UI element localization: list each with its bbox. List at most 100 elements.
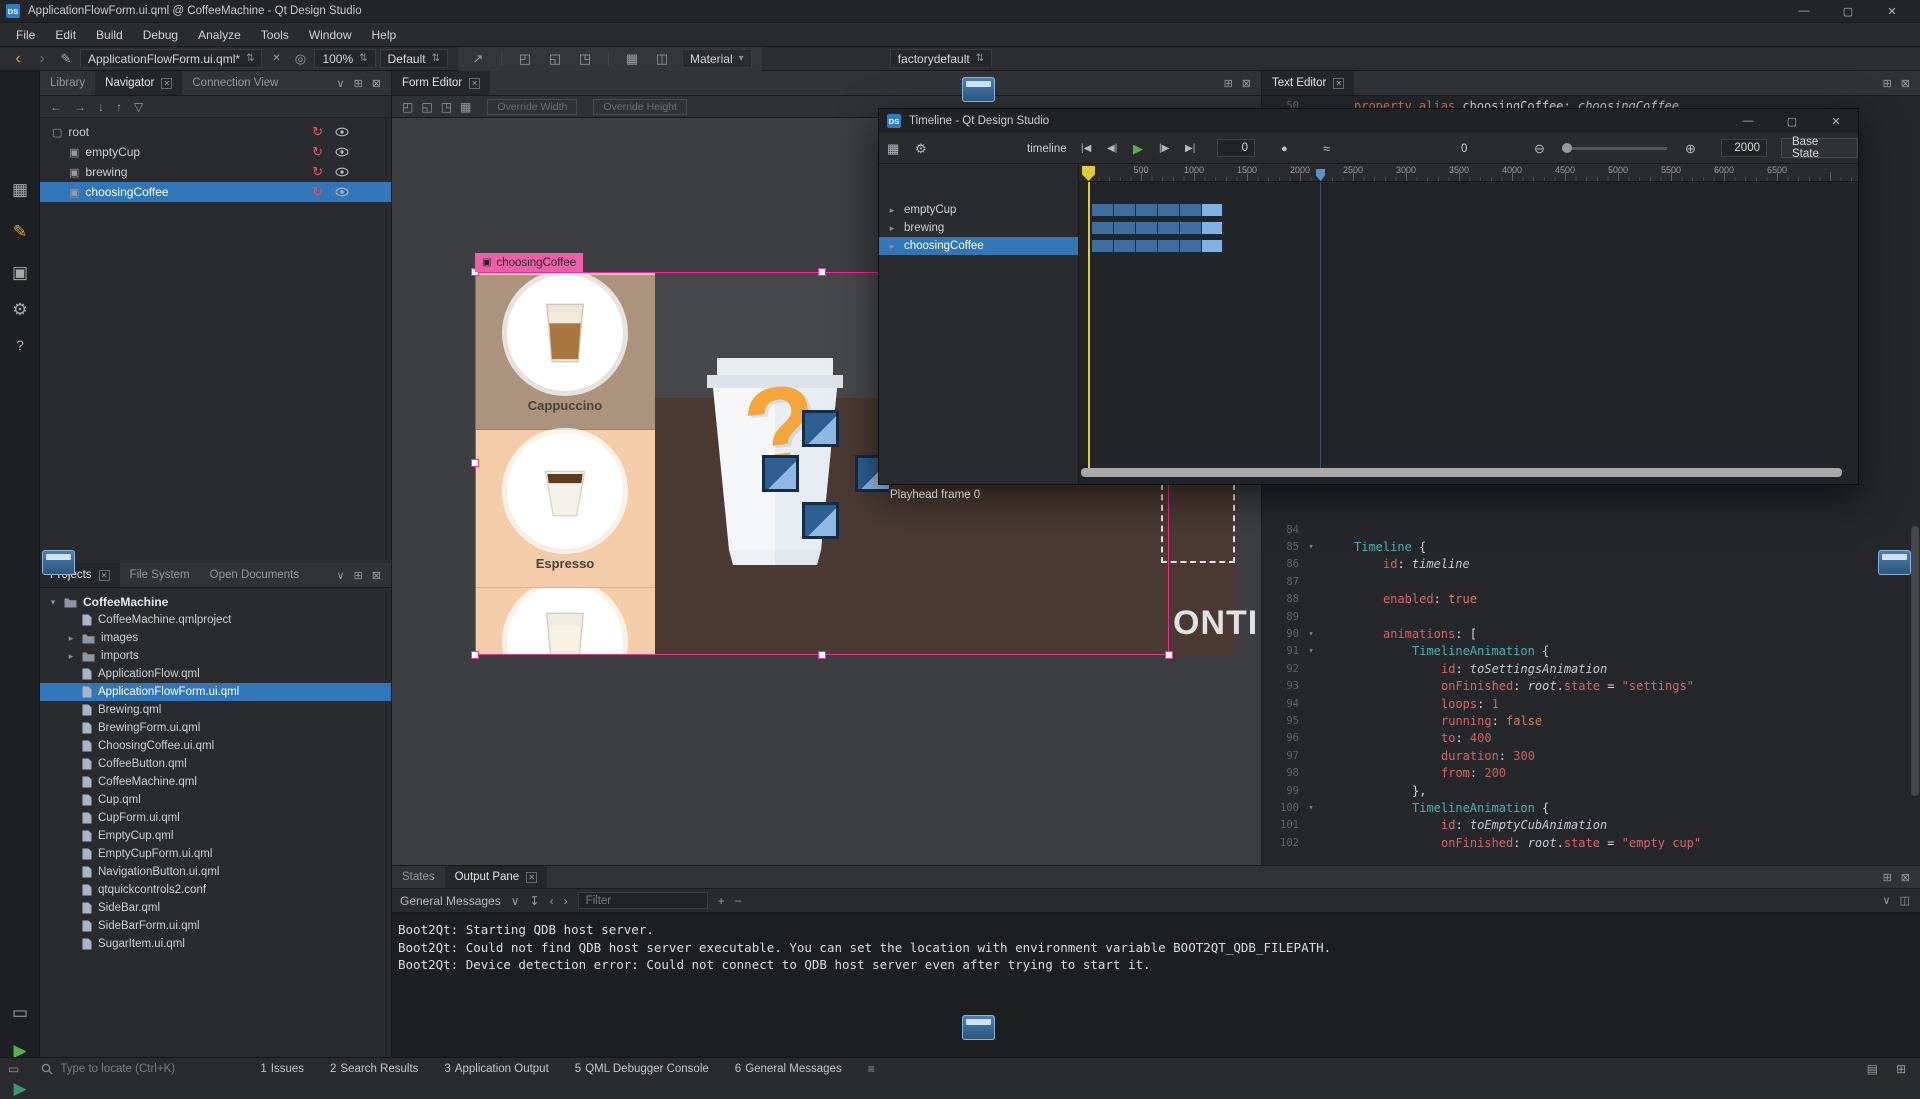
- timeline-track-emptyCup[interactable]: ▸emptyCup: [879, 201, 1078, 219]
- export-indicator-icon[interactable]: ↻: [312, 124, 323, 140]
- keyframe-section[interactable]: [1113, 203, 1135, 217]
- keyframe-section[interactable]: [1113, 239, 1135, 253]
- close-button[interactable]: ✕: [1870, 0, 1914, 22]
- curve-editor-icon[interactable]: ≈: [1323, 133, 1330, 164]
- close-tab-icon[interactable]: ✕: [469, 78, 480, 89]
- close-tab-icon[interactable]: ✕: [1333, 78, 1344, 89]
- code-line[interactable]: 88enabled: true: [1262, 591, 1920, 608]
- grid-icon[interactable]: ▦: [622, 51, 642, 67]
- code-line[interactable]: 93onFinished: root.state = "settings": [1262, 678, 1920, 695]
- minimize-pane-icon[interactable]: ∨: [1883, 894, 1891, 907]
- navigator-item-choosingCoffee[interactable]: ▣choosingCoffee↻: [40, 182, 391, 202]
- kit-monitor-icon[interactable]: ▭: [0, 1003, 40, 1023]
- menu-window[interactable]: Window: [299, 28, 362, 42]
- selection-handle[interactable]: [1165, 651, 1173, 659]
- tools-icon[interactable]: ⚙: [0, 300, 40, 320]
- project-file-ApplicationFlow.qml[interactable]: ApplicationFlow.qml: [40, 665, 391, 683]
- expand-arrow-icon[interactable]: ▸: [887, 205, 897, 216]
- project-file-CoffeeMachine.qml[interactable]: CoffeeMachine.qml: [40, 773, 391, 791]
- move-right-icon[interactable]: →: [74, 100, 86, 114]
- dock-indicator-left[interactable]: [42, 550, 75, 575]
- keyframe-section[interactable]: [1157, 203, 1179, 217]
- keyframe-bar-brewing[interactable]: [1091, 221, 1223, 235]
- zoom-slider[interactable]: [1562, 147, 1667, 150]
- menu-analyze[interactable]: Analyze: [188, 28, 251, 42]
- target-icon[interactable]: ◎: [290, 51, 310, 67]
- keyframe-section[interactable]: [1135, 221, 1157, 235]
- to-end-icon[interactable]: ▶|: [1185, 133, 1195, 164]
- tab-output-pane[interactable]: Output Pane ✕: [445, 866, 548, 888]
- visibility-eye-icon[interactable]: [335, 147, 349, 157]
- open-file-dropdown[interactable]: ApplicationFlowForm.ui.qml* ⇅: [80, 49, 262, 68]
- export-icon[interactable]: ↗: [468, 51, 488, 67]
- close-panel-icon[interactable]: ⊠: [1901, 77, 1910, 90]
- code-line[interactable]: 99},: [1262, 782, 1920, 799]
- project-file-ChoosingCoffee.ui.qml[interactable]: ChoosingCoffee.ui.qml: [40, 737, 391, 755]
- snap-anchors-icon[interactable]: ◱: [421, 100, 432, 114]
- code-line[interactable]: 87: [1262, 573, 1920, 590]
- keyframe-section[interactable]: [1135, 203, 1157, 217]
- close-button[interactable]: ✕: [1814, 109, 1858, 133]
- tab-form-editor[interactable]: Form Editor ✕: [392, 71, 490, 95]
- project-file-NavigationButton.ui.qml[interactable]: NavigationButton.ui.qml: [40, 863, 391, 881]
- collapse-arrow-icon[interactable]: ▾: [48, 597, 58, 608]
- dock-indicator-right[interactable]: [1878, 550, 1911, 575]
- project-file-images[interactable]: ▸images: [40, 629, 391, 647]
- navigator-item-root[interactable]: ▢root↻: [40, 122, 391, 142]
- close-panel-icon[interactable]: ⊠: [1242, 77, 1251, 90]
- play-icon[interactable]: ▶: [1133, 133, 1143, 164]
- output-source-dropdown[interactable]: General Messages: [400, 894, 501, 908]
- code-line[interactable]: 101id: toEmptyCubAnimation: [1262, 817, 1920, 834]
- project-file-CoffeeButton.qml[interactable]: CoffeeButton.qml: [40, 755, 391, 773]
- design-mode-icon[interactable]: ✎: [0, 222, 40, 242]
- undock-icon[interactable]: ⊞: [1883, 871, 1892, 884]
- close-tab-icon[interactable]: ✕: [161, 78, 172, 89]
- dock-indicator-top[interactable]: [962, 77, 995, 102]
- filter-icon[interactable]: ▽: [134, 100, 143, 114]
- undock-icon[interactable]: ⊞: [354, 77, 363, 90]
- export-indicator-icon[interactable]: ↻: [312, 184, 323, 200]
- move-left-icon[interactable]: ←: [50, 100, 62, 114]
- material-dropdown[interactable]: Material ▾: [682, 49, 752, 68]
- outline-icon[interactable]: ◳: [575, 51, 595, 67]
- keyframe-section[interactable]: [1113, 221, 1135, 235]
- menu-file[interactable]: File: [6, 28, 45, 42]
- selection-handle[interactable]: [818, 651, 826, 659]
- project-file-Brewing.qml[interactable]: Brewing.qml: [40, 701, 391, 719]
- code-line[interactable]: 89: [1262, 608, 1920, 625]
- project-file-Cup.qml[interactable]: Cup.qml: [40, 791, 391, 809]
- editor-scrollbar[interactable]: [1911, 526, 1919, 796]
- keyframe-section[interactable]: [1135, 239, 1157, 253]
- edit-file-icon[interactable]: ✎: [56, 51, 76, 67]
- visibility-eye-icon[interactable]: [335, 127, 349, 137]
- base-state-button[interactable]: Base State: [1781, 138, 1858, 158]
- close-panel-icon[interactable]: ⊠: [372, 569, 381, 582]
- status-item-application-output[interactable]: 3Application Output: [444, 1063, 548, 1075]
- move-down-icon[interactable]: ↓: [98, 100, 104, 114]
- close-panel-icon[interactable]: ⊠: [372, 77, 381, 90]
- export-indicator-icon[interactable]: ↻: [312, 164, 323, 180]
- console-output[interactable]: Boot2Qt: Starting QDB host server.Boot2Q…: [392, 913, 1920, 1057]
- code-line[interactable]: 86id: timeline: [1262, 556, 1920, 573]
- tab-library[interactable]: Library: [40, 71, 95, 95]
- close-tab-icon[interactable]: ✕: [526, 872, 537, 883]
- keyframe-section[interactable]: [1201, 221, 1223, 235]
- help-icon[interactable]: ?: [0, 337, 40, 353]
- fold-arrow-icon[interactable]: ▾: [1304, 542, 1318, 552]
- status-item-qml-debugger-console[interactable]: 5QML Debugger Console: [575, 1063, 709, 1075]
- bounds-icon[interactable]: ◰: [515, 51, 535, 67]
- project-file-BrewingForm.ui.qml[interactable]: BrewingForm.ui.qml: [40, 719, 391, 737]
- status-item-general-messages[interactable]: 6General Messages: [735, 1063, 842, 1075]
- visibility-eye-icon[interactable]: [335, 167, 349, 177]
- forward-icon[interactable]: ›: [32, 50, 52, 68]
- code-line[interactable]: 95running: false: [1262, 712, 1920, 729]
- expand-arrow-icon[interactable]: ▸: [66, 633, 76, 644]
- components-icon[interactable]: ▣: [0, 263, 40, 283]
- menu-edit[interactable]: Edit: [45, 28, 86, 42]
- chevron-down-icon[interactable]: ∨: [337, 77, 345, 90]
- previous-frame-icon[interactable]: ◀|: [1107, 133, 1117, 164]
- move-up-icon[interactable]: ↑: [116, 100, 122, 114]
- code-line[interactable]: 96to: 400: [1262, 730, 1920, 747]
- selection-handle[interactable]: [818, 268, 826, 276]
- timeline-track-choosingCoffee[interactable]: ▸choosingCoffee: [879, 237, 1078, 255]
